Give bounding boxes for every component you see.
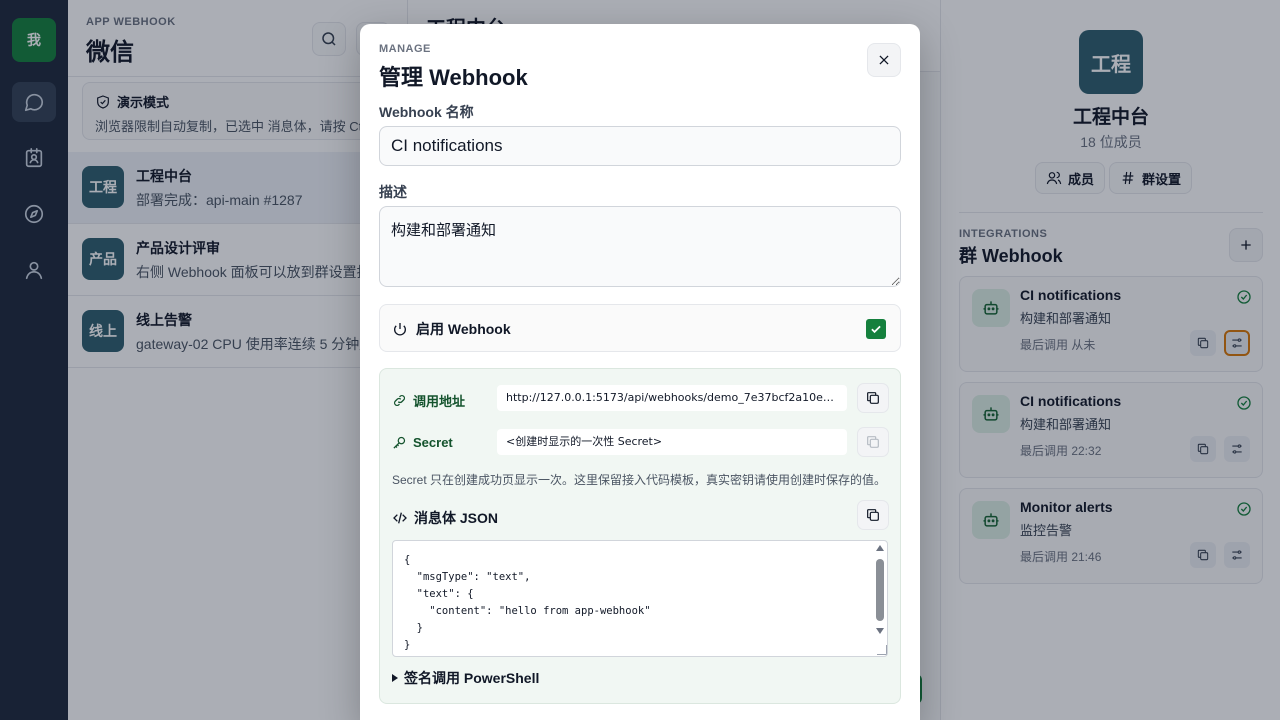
dialog-eyebrow: MANAGE bbox=[379, 43, 431, 55]
url-label: 调用地址 bbox=[392, 391, 465, 410]
manage-webhook-dialog: MANAGE 管理 Webhook Webhook 名称 描述 构建和部署通知 … bbox=[360, 24, 920, 720]
scroll-thumb[interactable] bbox=[876, 559, 884, 621]
json-scrollbar[interactable] bbox=[873, 543, 887, 654]
url-label-text: 调用地址 bbox=[413, 394, 466, 409]
enable-webhook-label: 启用 Webhook bbox=[392, 319, 511, 339]
json-label-text: 消息体 JSON bbox=[414, 510, 499, 526]
copy-secret-button[interactable] bbox=[857, 427, 889, 457]
dialog-title: 管理 Webhook bbox=[379, 65, 528, 90]
webhook-name-input[interactable] bbox=[379, 126, 901, 166]
json-textarea[interactable]: { "msgType": "text", "text": { "content"… bbox=[392, 540, 888, 657]
copy-json-button[interactable] bbox=[857, 500, 889, 530]
description-textarea[interactable]: 构建和部署通知 bbox=[379, 206, 901, 287]
code-icon bbox=[393, 512, 407, 524]
url-value[interactable]: http://127.0.0.1:5173/api/webhooks/demo_… bbox=[497, 385, 847, 411]
checkmark-icon bbox=[871, 325, 881, 334]
scroll-up-arrow[interactable] bbox=[876, 545, 884, 551]
copy-url-button[interactable] bbox=[857, 383, 889, 413]
integration-info-box: 调用地址 http://127.0.0.1:5173/api/webhooks/… bbox=[379, 368, 901, 704]
copy-icon bbox=[867, 392, 879, 404]
enable-webhook-text: 启用 Webhook bbox=[416, 321, 511, 337]
powershell-toggle[interactable]: 签名调用 PowerShell bbox=[392, 668, 539, 688]
copy-icon bbox=[867, 509, 879, 521]
secret-label: Secret bbox=[392, 435, 453, 450]
enable-webhook-checkbox[interactable] bbox=[866, 319, 886, 339]
description-label: 描述 bbox=[379, 184, 407, 200]
powershell-label: 签名调用 PowerShell bbox=[404, 670, 540, 686]
scroll-down-arrow[interactable] bbox=[876, 628, 884, 634]
caret-right-icon bbox=[392, 674, 398, 682]
link-icon bbox=[394, 395, 405, 406]
secret-note: Secret 只在创建成功页显示一次。这里保留接入代码模板，真实密钥请使用创建时… bbox=[392, 473, 887, 487]
copy-icon bbox=[867, 436, 879, 448]
json-label: 消息体 JSON bbox=[392, 508, 498, 528]
enable-webhook-row[interactable]: 启用 Webhook bbox=[379, 304, 901, 352]
webhook-name-label: Webhook 名称 bbox=[379, 104, 474, 120]
secret-label-text: Secret bbox=[413, 435, 453, 450]
close-button[interactable] bbox=[867, 43, 901, 77]
close-icon bbox=[879, 55, 889, 65]
key-icon bbox=[393, 436, 406, 449]
json-code: { "msgType": "text", "text": { "content"… bbox=[404, 554, 651, 651]
resize-handle[interactable] bbox=[877, 645, 887, 655]
power-icon bbox=[394, 323, 406, 336]
secret-value[interactable]: <创建时显示的一次性 Secret> bbox=[497, 429, 847, 455]
